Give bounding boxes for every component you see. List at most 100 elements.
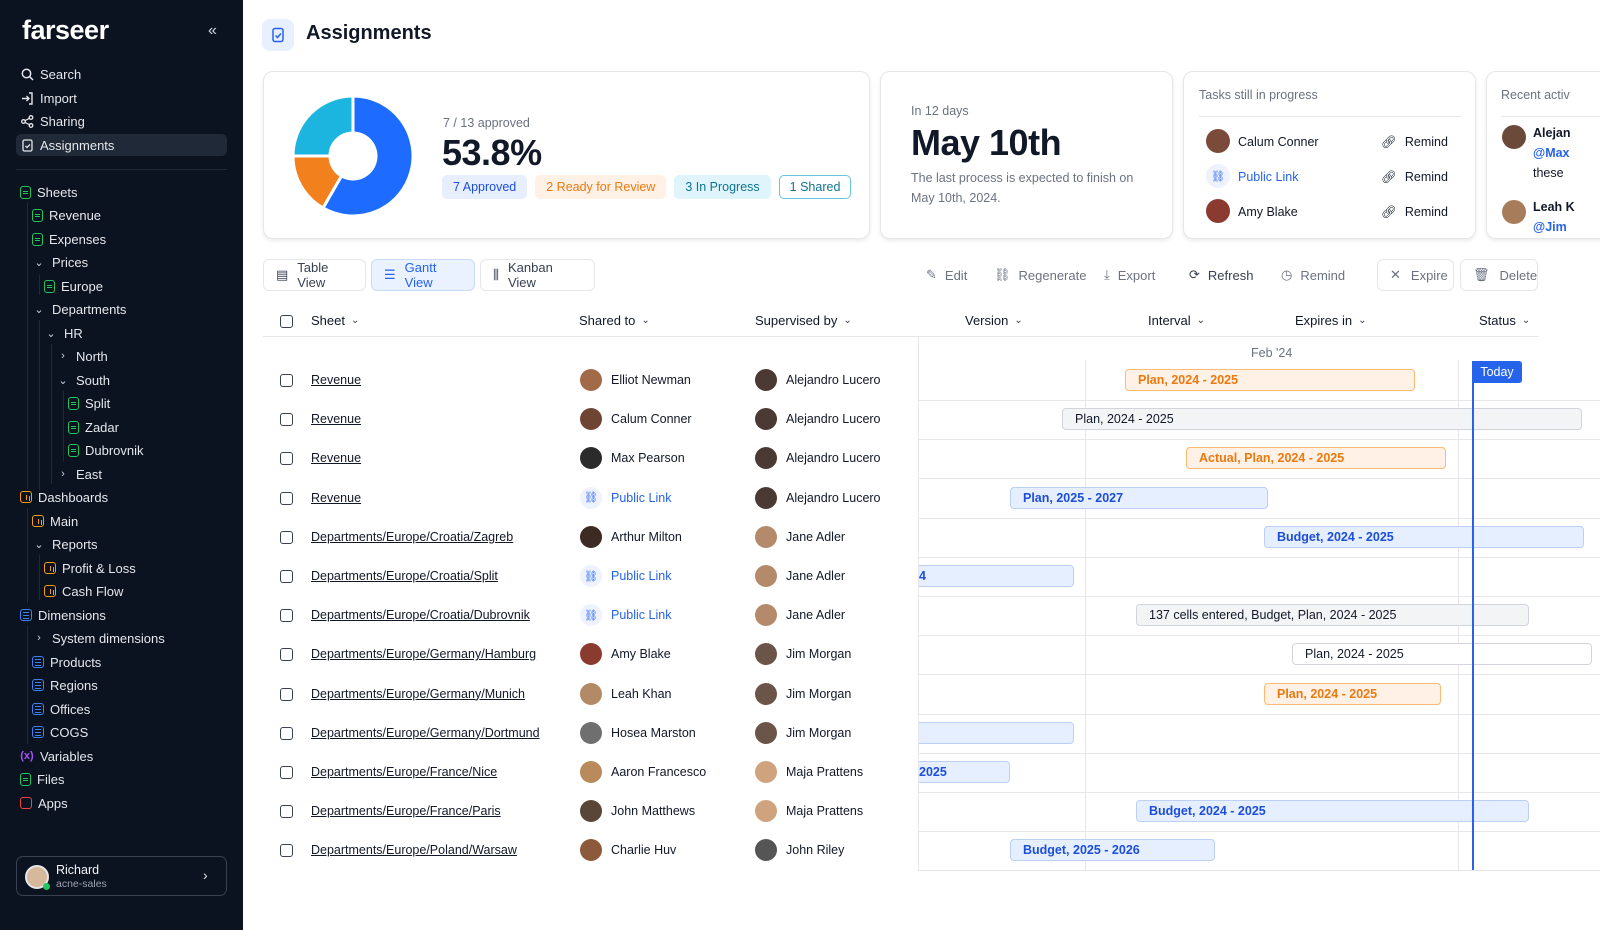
row-checkbox[interactable] (280, 570, 293, 583)
sidebar-item-revenue[interactable]: Revenue (32, 204, 101, 226)
sidebar-item-regions[interactable]: Regions (32, 674, 98, 696)
row-checkbox[interactable] (280, 609, 293, 623)
column-header-interval[interactable]: Interval ⌄ (1148, 313, 1205, 328)
delete-button[interactable]: 🗑︎ Delete (1460, 259, 1538, 291)
sheet-link[interactable]: Departments/Europe/Germany/Dortmund (311, 726, 540, 740)
sidebar-item-dubrovnik[interactable]: Dubrovnik (68, 439, 144, 461)
sidebar-item-east[interactable]: › East (56, 463, 102, 485)
column-header-sheet[interactable]: Sheet ⌄ (311, 313, 359, 328)
row-checkbox[interactable] (280, 805, 293, 819)
progress-pill[interactable]: 3 In Progress (674, 175, 771, 199)
row-checkbox[interactable] (280, 844, 293, 858)
sheet-link[interactable]: Departments/Europe/Croatia/Dubrovnik (311, 608, 530, 622)
sheet-link[interactable]: Departments/Europe/France/Nice (311, 765, 497, 779)
gantt-bar[interactable]: Plan, 2024 - 2025 (1264, 682, 1441, 705)
gantt-bar[interactable]: 2025 (919, 761, 1010, 783)
sheet-link[interactable]: Departments/Europe/Croatia/Zagreb (311, 530, 513, 544)
sidebar-item-sharing[interactable]: Sharing (20, 110, 85, 132)
sheet-link[interactable]: Departments/Europe/Germany/Hamburg (311, 647, 536, 661)
review-pill[interactable]: 2 Ready for Review (535, 175, 667, 199)
column-header-shared-to[interactable]: Shared to ⌄ (579, 313, 650, 328)
chevron-right-icon[interactable]: › (56, 467, 70, 481)
row-checkbox[interactable] (280, 452, 293, 466)
sidebar-item-products[interactable]: Products (32, 651, 101, 673)
collapse-sidebar-icon[interactable]: « (208, 22, 217, 40)
activity-mention[interactable]: @Max (1533, 146, 1570, 160)
sidebar-item-cash-flow[interactable]: Cash Flow (44, 580, 123, 602)
row-checkbox[interactable] (280, 374, 293, 387)
sidebar-item-system-dimensions[interactable]: › System dimensions (32, 627, 165, 649)
row-checkbox[interactable] (280, 687, 293, 701)
sidebar-item-prices[interactable]: ⌄ Prices (32, 251, 88, 273)
chevron-right-icon[interactable]: › (56, 349, 70, 363)
sidebar-item-dimensions[interactable]: Dimensions (20, 604, 106, 626)
sidebar-item-south[interactable]: ⌄ South (56, 369, 110, 391)
gantt-bar[interactable]: Actual, Plan, 2024 - 2025 (1186, 447, 1446, 470)
chevron-down-icon[interactable]: ⌄ (32, 302, 46, 316)
sheet-link[interactable]: Departments/Europe/Croatia/Split (311, 569, 498, 583)
shared-pill[interactable]: 1 Shared (778, 175, 852, 199)
sidebar-item-expenses[interactable]: Expenses (32, 228, 106, 250)
sidebar-item-reports[interactable]: ⌄ Reports (32, 533, 97, 555)
refresh-button[interactable]: ⟳ Refresh (1189, 259, 1253, 291)
chevron-down-icon[interactable]: ⌄ (56, 373, 70, 387)
tab-table-view[interactable]: ▤ Table View (263, 259, 366, 291)
remind-button[interactable]: 🔗︎ Remind (1381, 135, 1448, 150)
task-name[interactable]: Amy Blake (1238, 205, 1298, 219)
row-checkbox[interactable] (280, 530, 293, 544)
sheet-link[interactable]: Revenue (311, 412, 361, 426)
export-button[interactable]: ⤓ Export (1104, 259, 1155, 291)
column-header-status[interactable]: Status ⌄ (1479, 313, 1530, 328)
pie-slice-in-progress[interactable] (291, 94, 355, 158)
chevron-down-icon[interactable]: ⌄ (44, 326, 58, 340)
approved-pill[interactable]: 7 Approved (442, 175, 528, 199)
sidebar-item-apps[interactable]: Apps (20, 792, 68, 814)
sheet-link[interactable]: Departments/Europe/France/Paris (311, 804, 501, 818)
sidebar-item-north[interactable]: › North (56, 345, 108, 367)
edit-button[interactable]: ✎ Edit (926, 259, 967, 291)
expire-button[interactable]: ✕ Expire (1377, 259, 1454, 291)
sheet-link[interactable]: Revenue (311, 373, 361, 387)
gantt-bar[interactable] (919, 721, 1074, 744)
sidebar-item-dashboards[interactable]: Dashboards (20, 486, 108, 508)
gantt-bar[interactable]: Plan, 2024 - 2025 (1292, 643, 1592, 666)
row-checkbox[interactable] (280, 766, 293, 779)
farseer-logo[interactable]: farseer (22, 15, 109, 46)
select-all-checkbox[interactable] (280, 315, 293, 328)
gantt-bar[interactable]: Plan, 2025 - 2027 (1010, 486, 1268, 509)
sidebar-item-offices[interactable]: Offices (32, 698, 90, 720)
sidebar-item-split[interactable]: Split (68, 392, 110, 414)
sheet-link[interactable]: Revenue (311, 451, 361, 465)
column-header-version[interactable]: Version ⌄ (965, 313, 1023, 328)
row-checkbox[interactable] (280, 491, 293, 505)
sidebar-item-assignments[interactable]: Assignments (16, 134, 227, 156)
shared-to-name[interactable]: Public Link (611, 608, 671, 622)
sidebar-item-sheets[interactable]: Sheets (20, 181, 77, 203)
task-name[interactable]: Public Link (1238, 170, 1298, 184)
shared-to-name[interactable]: Public Link (611, 569, 671, 583)
shared-to-name[interactable]: Public Link (611, 491, 671, 505)
chevron-down-icon[interactable]: ⌄ (32, 255, 46, 269)
sidebar-item-files[interactable]: Files (20, 768, 64, 790)
sidebar-item-zadar[interactable]: Zadar (68, 416, 119, 438)
activity-mention[interactable]: @Jim (1533, 220, 1567, 234)
gantt-bar[interactable]: Budget, 2024 - 2025 (1136, 800, 1529, 823)
column-header-supervised-by[interactable]: Supervised by ⌄ (755, 313, 852, 328)
sheet-link[interactable]: Departments/Europe/Poland/Warsaw (311, 843, 517, 857)
sidebar-item-profit-loss[interactable]: Profit & Loss (44, 557, 136, 579)
chevron-right-icon[interactable]: › (32, 631, 46, 645)
chevron-down-icon[interactable]: ⌄ (32, 537, 46, 551)
row-checkbox[interactable] (280, 726, 293, 740)
sheet-link[interactable]: Departments/Europe/Germany/Munich (311, 687, 525, 701)
sheet-link[interactable]: Revenue (311, 491, 361, 505)
column-header-expires-in[interactable]: Expires in ⌄ (1295, 313, 1366, 328)
row-checkbox[interactable] (280, 413, 293, 427)
gantt-bar[interactable]: 137 cells entered, Budget, Plan, 2024 - … (1136, 604, 1529, 627)
remind-button[interactable]: 🔗︎ Remind (1381, 205, 1448, 220)
sidebar-item-departments[interactable]: ⌄ Departments (32, 298, 126, 320)
sidebar-item-variables[interactable]: (x) Variables (20, 745, 93, 767)
tab-gantt-view[interactable]: ☰ Gantt View (371, 259, 475, 291)
sidebar-item-europe[interactable]: Europe (44, 275, 103, 297)
sidebar-item-main[interactable]: Main (32, 510, 78, 532)
remind-toolbar-button[interactable]: ◷ Remind (1281, 259, 1345, 291)
